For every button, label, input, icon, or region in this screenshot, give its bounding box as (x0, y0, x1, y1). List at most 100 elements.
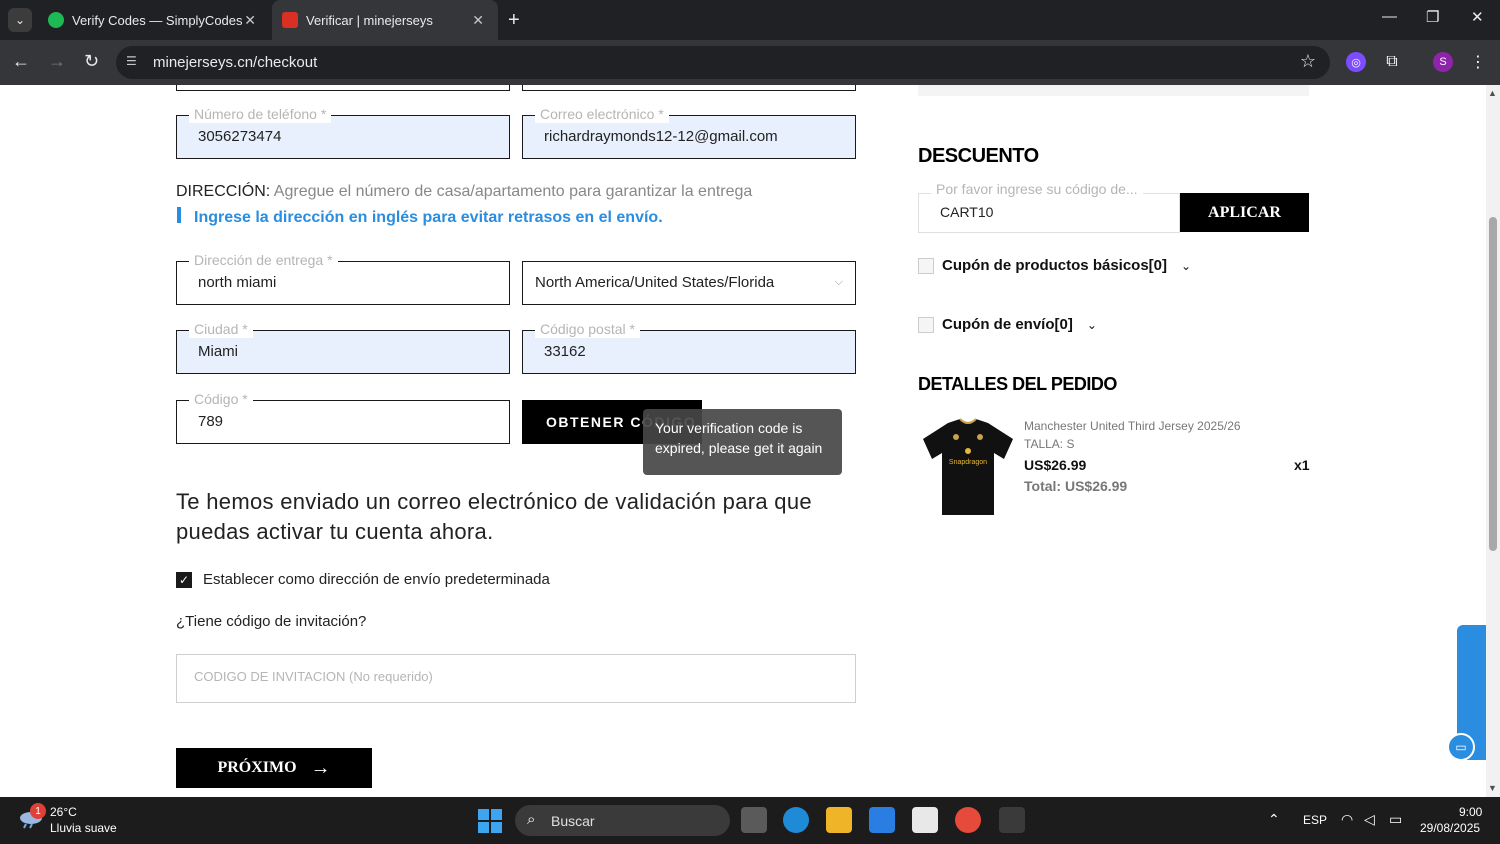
phone-field[interactable]: Número de teléfono * 3056273474 (176, 105, 510, 159)
chevron-down-icon[interactable]: ⌄ (1181, 259, 1191, 273)
next-button[interactable]: PRÓXIMO → (176, 748, 372, 788)
menu-dots-icon[interactable]: ⋮ (1468, 52, 1488, 72)
tab-bar: ⌄ Verify Codes — SimplyCodes ✕ Verificar… (0, 0, 1500, 40)
tab-simplycodes[interactable]: Verify Codes — SimplyCodes ✕ (38, 0, 270, 40)
browser-toolbar: ← → ↻ ☰ minejerseys.cn/checkout ☆ ◎ ⧉ S … (0, 40, 1500, 85)
tab-title: Verificar | minejerseys (306, 12, 433, 28)
chrome-icon[interactable] (955, 807, 981, 833)
close-tab-icon[interactable]: ✕ (244, 12, 256, 29)
arrow-right-icon: → (310, 756, 331, 779)
basic-coupon-row[interactable]: Cupón de productos básicos[0] ⌄ (918, 257, 1191, 274)
field-above-bottom (176, 85, 510, 91)
product-quantity: x1 (1294, 457, 1310, 473)
weather-temperature[interactable]: 26°C (50, 805, 77, 819)
verification-code-label: Código * (189, 390, 253, 408)
taskbar-search[interactable]: ⌕ Buscar (515, 805, 730, 836)
battery-icon[interactable]: ▭ (1389, 811, 1402, 828)
close-tab-icon[interactable]: ✕ (472, 12, 484, 29)
address-bar[interactable]: ☰ minejerseys.cn/checkout ☆ (116, 46, 1330, 79)
address-field[interactable]: Dirección de entrega * north miami (176, 251, 510, 305)
verification-code-field[interactable]: Código * 789 (176, 390, 510, 444)
next-button-label: PRÓXIMO (217, 759, 297, 776)
direccion-hint: Agregue el número de casa/apartamento pa… (273, 183, 753, 200)
city-value[interactable]: Miami (198, 343, 238, 360)
product-total: Total: US$26.99 (1024, 478, 1128, 494)
profile-avatar[interactable]: S (1433, 52, 1453, 72)
order-details-heading: DETALLES DEL PEDIDO (918, 374, 1117, 394)
bookmark-star-icon[interactable]: ☆ (1300, 51, 1316, 72)
email-value[interactable]: richardraymonds12-12@gmail.com (544, 128, 778, 145)
address-value[interactable]: north miami (198, 274, 276, 291)
clock-time[interactable]: 9:00 (1459, 805, 1482, 819)
basic-coupon-label: Cupón de productos básicos[0] (942, 257, 1168, 274)
weather-description[interactable]: Lluvia suave (50, 821, 117, 835)
default-address-row[interactable]: ✓ Establecer como dirección de envío pre… (176, 571, 550, 588)
chevron-down-icon[interactable]: ⌄ (1087, 318, 1097, 332)
invite-code-input[interactable]: CODIGO DE INVITACION (No requerido) (176, 654, 856, 703)
scroll-thumb[interactable] (1489, 217, 1497, 551)
direccion-heading: DIRECCIÓN: Agregue el número de casa/apa… (176, 183, 752, 201)
scroll-down-icon[interactable]: ▼ (1488, 783, 1497, 793)
app-icon[interactable] (999, 807, 1025, 833)
apply-button[interactable]: APLICAR (1180, 193, 1309, 232)
new-tab-icon[interactable]: + (508, 8, 520, 32)
scroll-up-icon[interactable]: ▲ (1488, 88, 1497, 98)
chevron-up-icon[interactable]: ⌃ (1268, 811, 1280, 828)
language-indicator[interactable]: ESP (1303, 813, 1327, 827)
forward-icon[interactable]: → (48, 50, 66, 72)
wifi-icon[interactable]: ◠ (1341, 811, 1353, 828)
discount-code-input[interactable]: Por favor ingrese su código de... CART10 (918, 181, 1180, 233)
weather-badge: 1 (30, 803, 46, 819)
task-view-icon[interactable] (741, 807, 767, 833)
default-address-checkbox[interactable]: ✓ (176, 571, 192, 588)
basic-coupon-checkbox[interactable] (918, 257, 934, 274)
tab-search-button[interactable]: ⌄ (8, 8, 32, 32)
phone-value[interactable]: 3056273474 (198, 128, 281, 145)
email-field[interactable]: Correo electrónico * richardraymonds12-1… (522, 105, 856, 159)
region-value[interactable]: North America/United States/Florida (535, 274, 774, 291)
checkout-page: Número de teléfono * 3056273474 Correo e… (0, 85, 1486, 797)
product-price: US$26.99 (1024, 457, 1087, 473)
page-scrollbar[interactable]: ▲ ▼ (1486, 85, 1500, 797)
azure-app-icon[interactable] (869, 807, 895, 833)
minimize-icon[interactable]: — (1382, 8, 1397, 25)
product-name[interactable]: Manchester United Third Jersey 2025/26 (1024, 419, 1241, 433)
extensions-puzzle-icon[interactable]: ⧉ (1382, 52, 1402, 72)
email-label: Correo electrónico * (535, 105, 669, 123)
shipping-coupon-row[interactable]: Cupón de envío[0] ⌄ (918, 316, 1097, 333)
phone-label: Número de teléfono * (189, 105, 332, 123)
info-icon (177, 207, 181, 223)
close-window-icon[interactable]: ✕ (1471, 8, 1484, 26)
tab-minejerseys[interactable]: Verificar | minejerseys ✕ (272, 0, 498, 40)
windows-taskbar: 1 26°C Lluvia suave ⌕ Buscar ⌃ ESP ◠ ◁ ▭… (0, 797, 1500, 844)
windows-start-icon[interactable] (478, 809, 502, 833)
region-select[interactable]: North America/United States/Florida ⌵ (522, 261, 856, 305)
expired-code-tooltip: Your verification code is expired, pleas… (643, 409, 842, 475)
extension-icon[interactable]: ◎ (1346, 52, 1366, 72)
edge-icon[interactable] (783, 807, 809, 833)
taskbar-search-label: Buscar (551, 813, 595, 829)
discount-code-value[interactable]: CART10 (940, 204, 993, 220)
city-field[interactable]: Ciudad * Miami (176, 320, 510, 374)
restore-icon[interactable]: ❐ (1426, 8, 1439, 26)
city-label: Ciudad * (189, 320, 253, 338)
shipping-coupon-checkbox[interactable] (918, 316, 934, 333)
reload-icon[interactable]: ↻ (84, 50, 99, 72)
microsoft-store-icon[interactable] (912, 807, 938, 833)
postal-code-value[interactable]: 33162 (544, 343, 586, 360)
jersey-product-image[interactable]: Snapdragon (918, 415, 1018, 520)
validation-email-message: Te hemos enviado un correo electrónico d… (176, 489, 812, 544)
minejerseys-favicon-icon (282, 12, 298, 28)
volume-icon[interactable]: ◁ (1364, 811, 1375, 828)
site-info-icon[interactable]: ☰ (126, 54, 142, 70)
verification-code-value[interactable]: 789 (198, 413, 223, 430)
postal-code-label: Código postal * (535, 320, 640, 338)
url-text[interactable]: minejerseys.cn/checkout (153, 54, 317, 71)
clock-date[interactable]: 29/08/2025 (1420, 821, 1480, 835)
chevron-down-icon: ⌵ (834, 276, 843, 288)
search-icon: ⌕ (527, 811, 536, 828)
postal-code-field[interactable]: Código postal * 33162 (522, 320, 856, 374)
back-icon[interactable]: ← (12, 50, 30, 72)
file-explorer-icon[interactable] (826, 807, 852, 833)
chat-bubble-icon[interactable]: ▭ (1447, 733, 1475, 761)
